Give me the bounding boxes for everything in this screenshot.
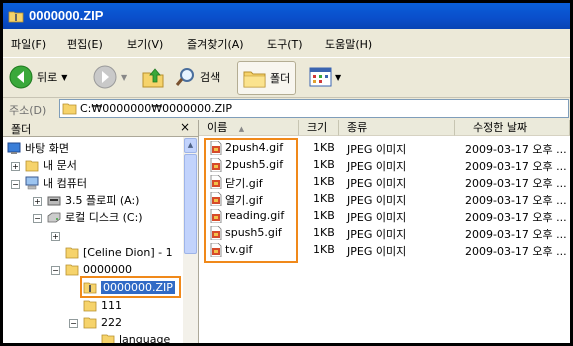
folder-icon <box>101 334 115 343</box>
folder-icon <box>65 247 79 259</box>
back-label: 뒤로 <box>37 71 58 84</box>
file-type: JPEG 이미지 <box>347 160 407 173</box>
folders-icon <box>243 71 266 88</box>
file-size: 1KB <box>313 175 335 188</box>
open-folder-icon <box>65 264 79 276</box>
search-label: 검색 <box>200 71 221 84</box>
chevron-down-icon: ▼ <box>61 72 68 82</box>
file-modified: 2009-03-17 오후 ... <box>465 245 567 258</box>
menu-edit[interactable]: 편집(E) <box>67 36 103 52</box>
folder-pane: 폴더 × 바탕 화면 + 내 문서 − 내 컴퓨터 + 3.5 플로피 (A:)… <box>3 120 199 343</box>
scroll-up-icon[interactable]: ▲ <box>184 138 197 153</box>
tree-item-my-documents[interactable]: 내 문서 <box>25 157 77 173</box>
folders-label: 폴더 <box>270 72 291 85</box>
back-arrow-icon <box>9 65 33 89</box>
sort-ascending-icon: ▲ <box>238 125 245 133</box>
close-icon[interactable]: × <box>180 120 190 134</box>
views-icon <box>309 67 332 87</box>
search-button[interactable]: 검색 <box>175 64 220 90</box>
tree-item-blank[interactable] <box>65 227 69 243</box>
column-type[interactable]: 종류 <box>339 120 455 136</box>
title-bar[interactable]: 0000000.ZIP <box>3 3 570 29</box>
open-folder-icon <box>83 317 97 329</box>
address-bar: 주소(D) C:₩0000000₩0000000.ZIP <box>3 97 570 120</box>
menu-favorites[interactable]: 즐겨찾기(A) <box>187 36 244 52</box>
chevron-down-icon: ▼ <box>335 72 342 82</box>
up-folder-button[interactable] <box>141 64 165 90</box>
folder-pane-scrollbar[interactable]: ▲ <box>183 137 198 343</box>
tree-item-local-disk[interactable]: 로컬 디스크 (C:) <box>47 209 143 225</box>
file-size: 1KB <box>313 226 335 239</box>
scrollbar-thumb[interactable] <box>184 154 197 254</box>
file-size: 1KB <box>313 192 335 205</box>
search-icon <box>175 68 194 86</box>
menu-view[interactable]: 보기(V) <box>127 36 163 52</box>
file-type: JPEG 이미지 <box>347 177 407 190</box>
tree-item-222[interactable]: 222 <box>83 314 122 330</box>
back-button[interactable]: 뒤로 ▼ <box>9 64 67 90</box>
window-title: 0000000.ZIP <box>29 8 104 23</box>
menu-help[interactable]: 도움말(H) <box>325 36 372 52</box>
tree-item-celine-dion[interactable]: [Celine Dion] - 1 <box>65 244 173 260</box>
tree-item-111[interactable]: 111 <box>83 297 122 313</box>
file-size: 1KB <box>313 243 335 256</box>
folder-zip-icon <box>8 11 24 23</box>
folder-icon <box>62 103 77 115</box>
file-size: 1KB <box>313 141 335 154</box>
highlight-box-files <box>204 138 298 263</box>
forward-arrow-icon <box>93 65 117 89</box>
file-type: JPEG 이미지 <box>347 143 407 156</box>
expand-icon[interactable]: + <box>51 232 60 241</box>
collapse-icon[interactable]: − <box>11 180 20 189</box>
collapse-icon[interactable]: − <box>69 319 78 328</box>
explorer-window: 0000000.ZIP 파일(F) 편집(E) 보기(V) 즐겨찾기(A) 도구… <box>3 3 570 343</box>
file-list-pane: 이름 ▲ 크기 종류 수정한 날짜 2push4.gif 1KB JPEG 이미지 2… <box>199 120 570 343</box>
hard-drive-icon <box>47 212 61 223</box>
file-type: JPEG 이미지 <box>347 211 407 224</box>
forward-button[interactable]: ▼ <box>93 64 127 90</box>
toolbar: 뒤로 ▼ ▼ 검색 폴더 ▼ <box>3 57 570 96</box>
computer-icon <box>25 176 39 190</box>
file-modified: 2009-03-17 오후 ... <box>465 228 567 241</box>
tree-item-my-computer[interactable]: 내 컴퓨터 <box>25 175 87 191</box>
folder-pane-header: 폴더 × <box>3 120 198 137</box>
desktop-icon <box>7 142 21 154</box>
collapse-icon[interactable]: − <box>51 266 60 275</box>
menu-tools[interactable]: 도구(T) <box>267 36 303 52</box>
file-modified: 2009-03-17 오후 ... <box>465 177 567 190</box>
highlight-box-zip <box>80 276 181 298</box>
file-type: JPEG 이미지 <box>347 194 407 207</box>
expand-icon[interactable]: + <box>33 197 42 206</box>
file-modified: 2009-03-17 오후 ... <box>465 211 567 224</box>
views-button[interactable]: ▼ <box>309 64 341 90</box>
file-size: 1KB <box>313 158 335 171</box>
folder-icon <box>25 160 39 172</box>
tree-item-floppy[interactable]: 3.5 플로피 (A:) <box>47 192 139 208</box>
tree-item-desktop[interactable]: 바탕 화면 <box>7 140 69 156</box>
up-folder-icon <box>142 68 164 88</box>
file-type: JPEG 이미지 <box>347 228 407 241</box>
column-name[interactable]: 이름 ▲ <box>199 120 299 136</box>
folders-button[interactable]: 폴더 <box>237 61 297 95</box>
tree-item-0000000[interactable]: 0000000 <box>65 261 132 277</box>
address-field[interactable]: C:₩0000000₩0000000.ZIP <box>59 99 569 118</box>
folder-icon <box>83 300 97 312</box>
tree-item-language[interactable]: language <box>101 331 170 343</box>
file-size: 1KB <box>313 209 335 222</box>
file-modified: 2009-03-17 오후 ... <box>465 143 567 156</box>
address-value: C:₩0000000₩0000000.ZIP <box>80 102 233 115</box>
menu-bar: 파일(F) 편집(E) 보기(V) 즐겨찾기(A) 도구(T) 도움말(H) <box>3 33 570 53</box>
file-modified: 2009-03-17 오후 ... <box>465 160 567 173</box>
chevron-down-icon: ▼ <box>121 72 128 82</box>
file-modified: 2009-03-17 오후 ... <box>465 194 567 207</box>
column-modified[interactable]: 수정한 날짜 <box>455 120 570 136</box>
folder-pane-title: 폴더 <box>11 123 32 136</box>
menu-file[interactable]: 파일(F) <box>11 36 46 52</box>
column-size[interactable]: 크기 <box>299 120 339 136</box>
collapse-icon[interactable]: − <box>33 214 42 223</box>
file-type: JPEG 이미지 <box>347 245 407 258</box>
floppy-icon <box>47 196 61 206</box>
address-label: 주소(D) <box>9 104 47 117</box>
expand-icon[interactable]: + <box>11 162 20 171</box>
